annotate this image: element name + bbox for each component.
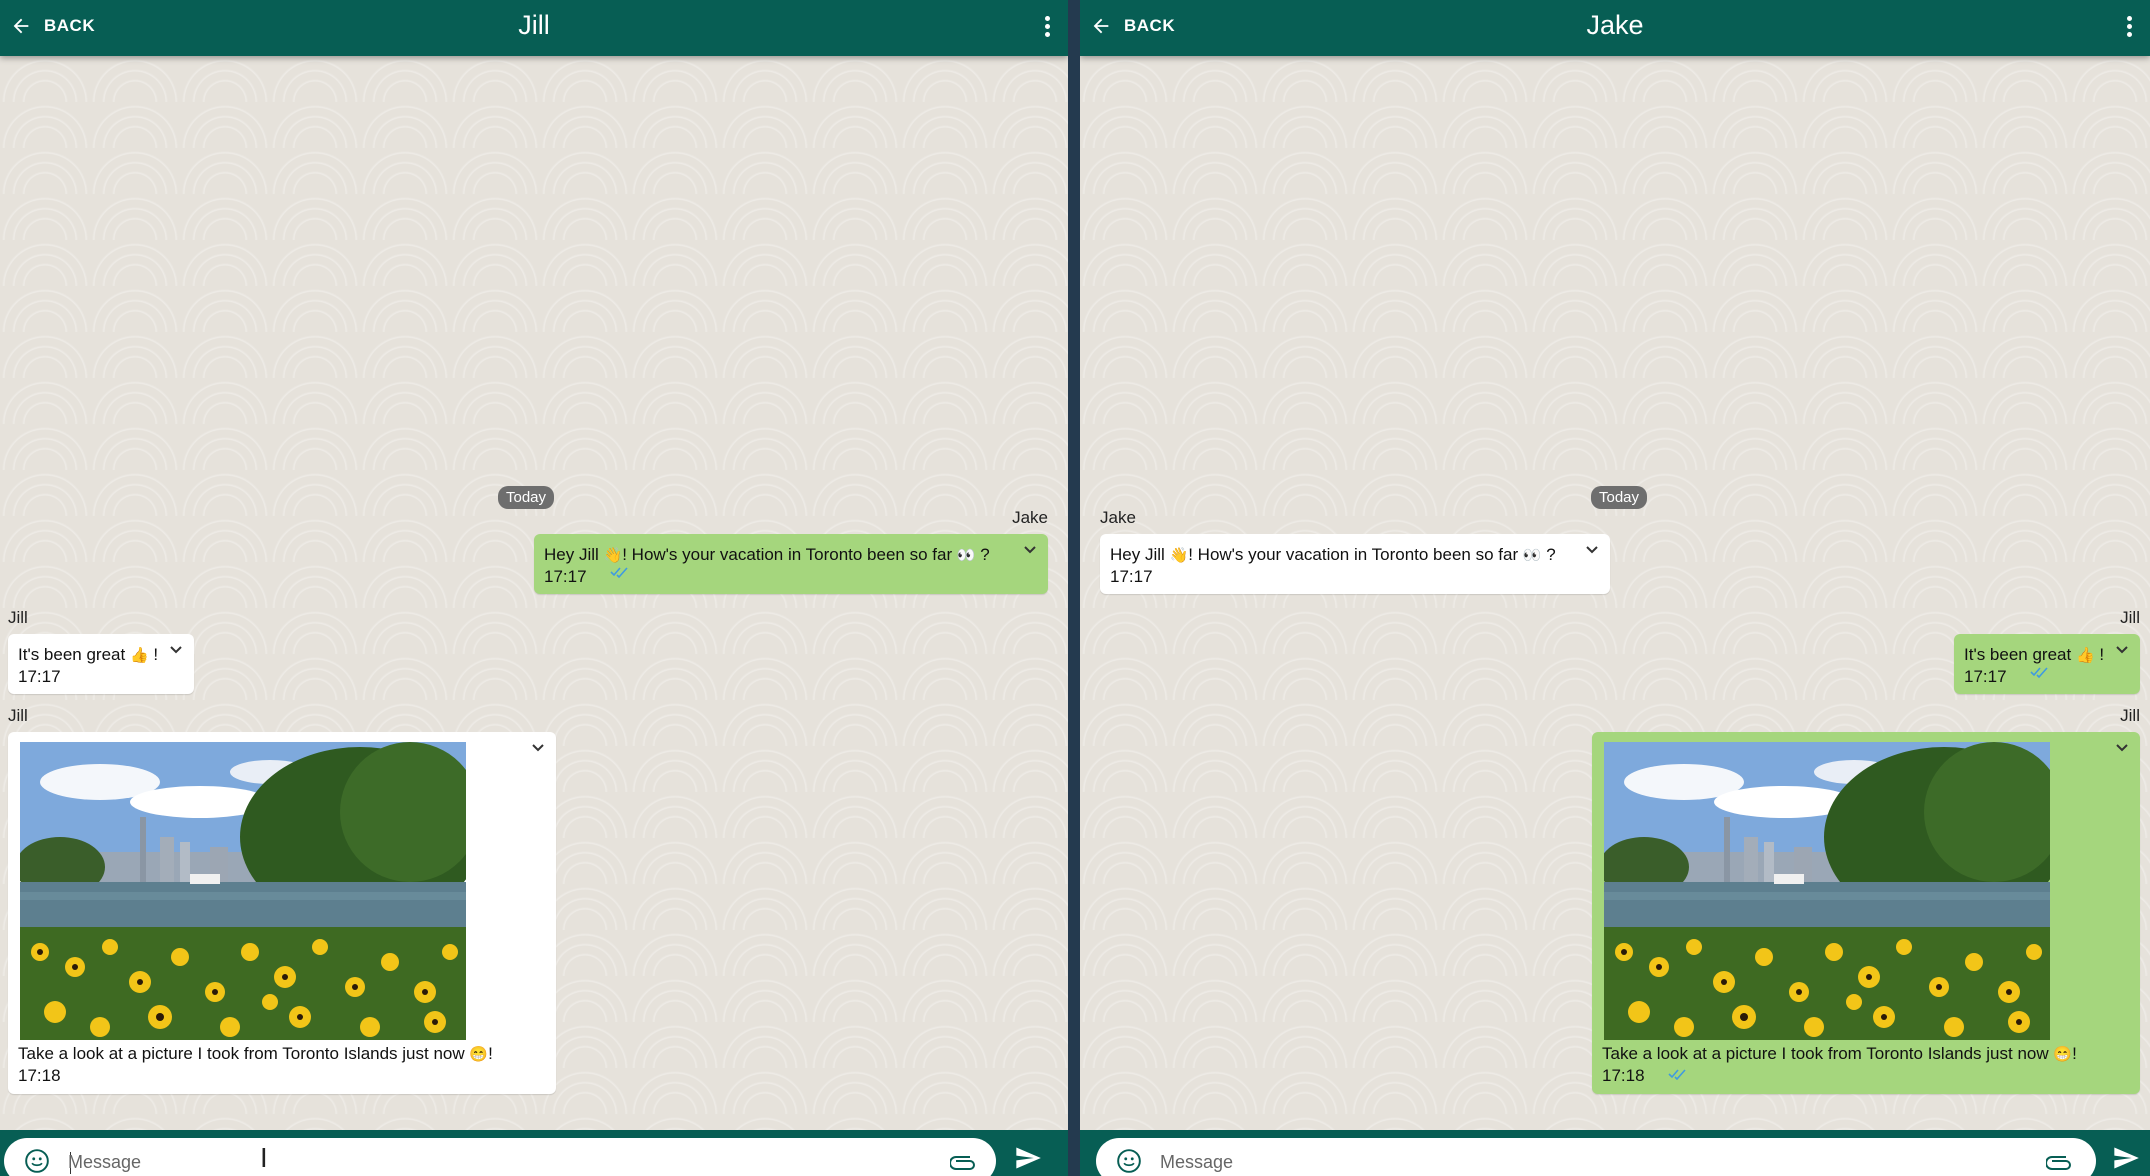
text-cursor-icon: I xyxy=(260,1144,268,1174)
chevron-down-icon[interactable] xyxy=(1584,542,1600,558)
message-bubble[interactable]: Hey Jill 👋! How's your vacation in Toron… xyxy=(1100,534,1610,594)
message-time: 17:17 xyxy=(1110,567,1153,586)
date-badge: Today xyxy=(498,486,555,509)
right-chat-pane: BACK Jake Today Jake Hey Jill 👋! How's y… xyxy=(1080,0,2150,1176)
sender-name: Jill xyxy=(8,608,28,627)
message-time: 17:17 xyxy=(1964,667,2007,686)
composer-bar: Message xyxy=(1080,1130,2150,1176)
emoji-icon[interactable] xyxy=(1116,1148,1142,1174)
chevron-down-icon[interactable] xyxy=(168,642,184,658)
composer-bar: Message xyxy=(0,1130,1068,1176)
message-bubble[interactable]: It's been great 👍 ! 17:17 xyxy=(1954,634,2140,694)
image-message-bubble[interactable]: Take a look at a picture I took from Tor… xyxy=(1592,732,2140,1094)
more-vert-icon[interactable] xyxy=(1042,14,1052,40)
paperclip-icon[interactable] xyxy=(2046,1151,2074,1171)
date-badge: Today xyxy=(1591,486,1648,509)
sender-name: Jake xyxy=(1100,508,1136,527)
send-icon[interactable] xyxy=(1012,1144,1044,1172)
message-text: Hey Jill 👋! How's your vacation in Toron… xyxy=(1110,545,1556,564)
message-placeholder: Message xyxy=(1160,1152,1234,1172)
image-caption: Take a look at a picture I took from Tor… xyxy=(1602,1044,2077,1063)
chevron-down-icon[interactable] xyxy=(1022,542,1038,558)
message-time: 17:17 xyxy=(544,567,587,586)
double-check-icon xyxy=(610,567,628,578)
image-caption: Take a look at a picture I took from Tor… xyxy=(18,1044,493,1063)
message-time: 17:18 xyxy=(1602,1066,1645,1085)
chat-header: BACK Jill xyxy=(0,0,1068,56)
message-time: 17:17 xyxy=(18,667,61,686)
sender-name: Jake xyxy=(1012,508,1048,527)
chat-header: BACK Jake xyxy=(1080,0,2150,56)
sender-name: Jill xyxy=(2120,608,2140,627)
message-list[interactable]: Today Jake Hey Jill 👋! How's your vacati… xyxy=(1080,56,2150,1130)
message-text: It's been great 👍 ! xyxy=(1964,645,2105,664)
pane-divider xyxy=(1068,0,1080,1176)
message-bubble[interactable]: It's been great 👍 ! 17:17 xyxy=(8,634,194,694)
paperclip-icon[interactable] xyxy=(950,1151,978,1171)
more-vert-icon[interactable] xyxy=(2124,14,2134,40)
double-check-icon xyxy=(1668,1069,1686,1080)
message-list[interactable]: Today Jake Hey Jill 👋! How's your vacati… xyxy=(0,56,1068,1130)
message-input-field[interactable]: Message xyxy=(4,1138,996,1176)
message-bubble[interactable]: Hey Jill 👋! How's your vacation in Toron… xyxy=(534,534,1048,594)
message-input-field[interactable]: Message xyxy=(1096,1138,2096,1176)
chevron-down-icon[interactable] xyxy=(2114,642,2130,658)
emoji-icon[interactable] xyxy=(24,1148,50,1174)
toronto-islands-photo[interactable] xyxy=(1604,742,2050,1040)
chat-title: Jake xyxy=(1586,10,1644,40)
chat-title: Jill xyxy=(518,10,550,40)
chevron-down-icon[interactable] xyxy=(2114,740,2130,756)
message-text: It's been great 👍 ! xyxy=(18,645,159,664)
message-text: Hey Jill 👋! How's your vacation in Toron… xyxy=(544,545,990,564)
left-chat-pane: BACK Jill Today Jake Hey Jill 👋! How's y… xyxy=(0,0,1068,1176)
send-icon[interactable] xyxy=(2110,1144,2142,1172)
sender-name: Jill xyxy=(2120,706,2140,725)
sender-name: Jill xyxy=(8,706,28,725)
message-time: 17:18 xyxy=(18,1066,61,1085)
image-message-bubble[interactable]: Take a look at a picture I took from Tor… xyxy=(8,732,556,1094)
message-placeholder: Message xyxy=(68,1152,142,1172)
chevron-down-icon[interactable] xyxy=(530,740,546,756)
toronto-islands-photo[interactable] xyxy=(20,742,466,1040)
double-check-icon xyxy=(2030,667,2048,678)
